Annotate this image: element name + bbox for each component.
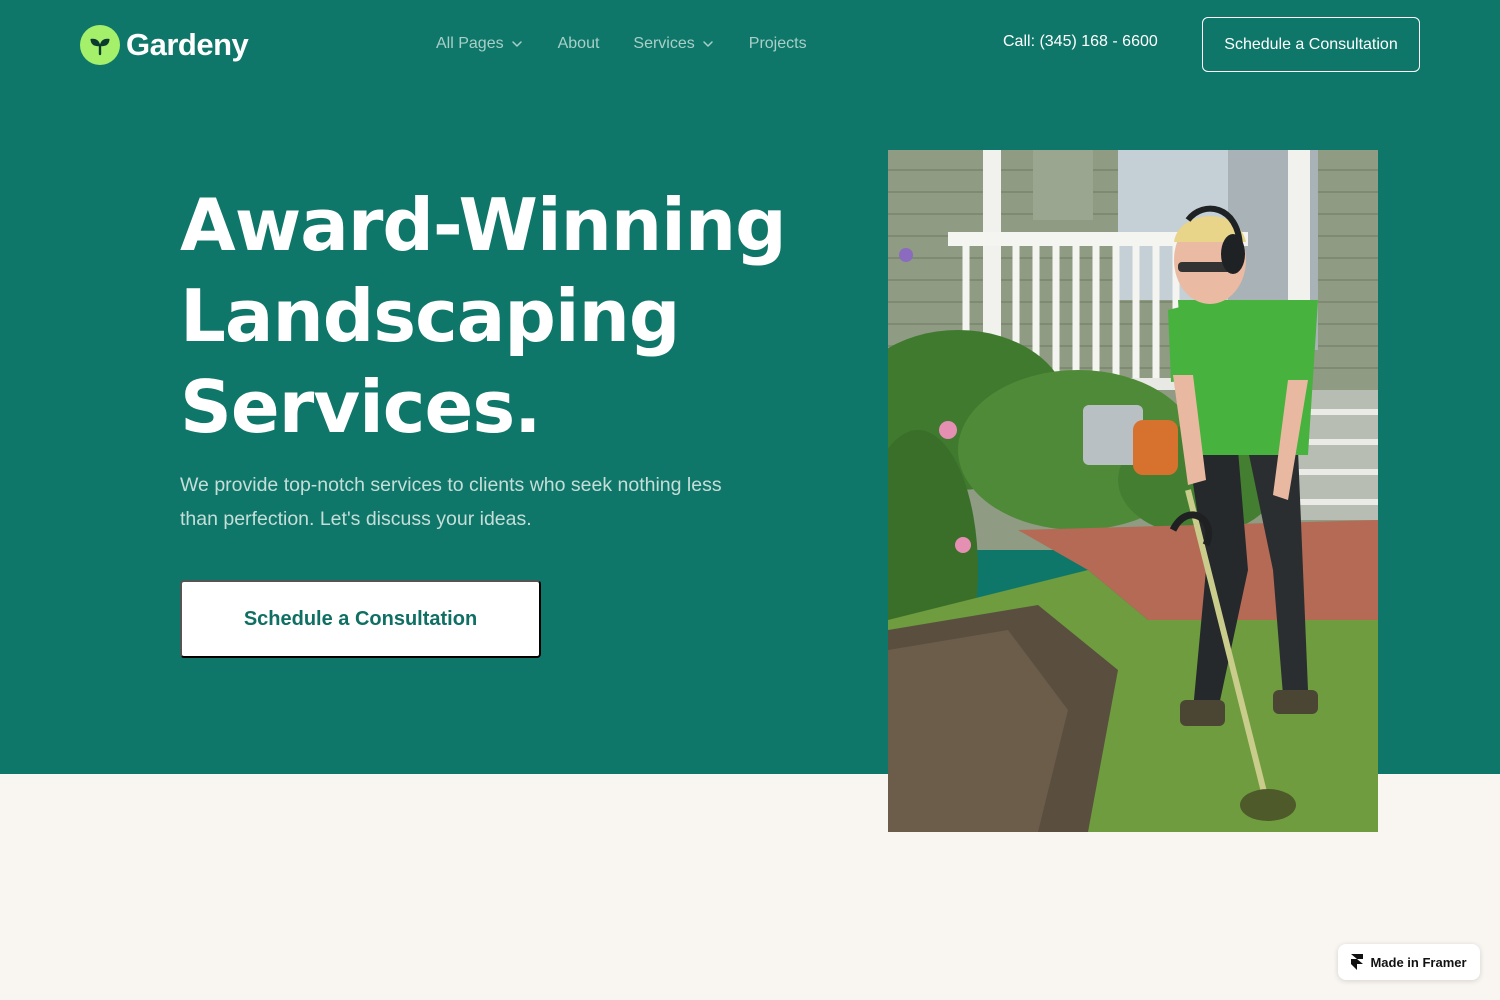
chevron-down-icon (511, 41, 522, 47)
main-nav: All Pages About Services Projects (436, 30, 807, 58)
nav-item-about[interactable]: About (558, 35, 600, 53)
hero-headline: Award-Winning Landscaping Services. (180, 180, 820, 453)
sprout-icon (80, 25, 120, 65)
badge-label: Made in Framer (1370, 954, 1467, 970)
made-in-framer-badge[interactable]: Made in Framer (1338, 944, 1480, 980)
nav-item-label: Services (633, 35, 695, 52)
framer-icon (1351, 954, 1364, 970)
hero-photo-landscaper (888, 150, 1378, 832)
nav-item-label: About (557, 35, 600, 52)
hero-subtext: We provide top-notch services to clients… (180, 474, 722, 530)
headline-line: Services. (180, 365, 542, 449)
nav-item-services[interactable]: Services (633, 35, 714, 53)
hero-consultation-button[interactable]: Schedule a Consultation (180, 580, 541, 658)
site-header: Gardeny All Pages About Services Project… (0, 0, 1500, 90)
header-consultation-button[interactable]: Schedule a Consultation (1202, 17, 1420, 72)
nav-item-label: Projects (748, 35, 807, 52)
chevron-down-icon (703, 41, 713, 47)
phone-link[interactable]: Call: (345) 168 - 6600 (1003, 33, 1158, 51)
logo[interactable]: Gardeny (80, 24, 249, 66)
headline-line: Landscaping (180, 274, 680, 358)
headline-line: Award-Winning (180, 183, 787, 267)
nav-item-projects[interactable]: Projects (749, 35, 807, 53)
nav-item-label: All Pages (436, 35, 504, 52)
brand-name: Gardeny (126, 27, 249, 62)
nav-item-all-pages[interactable]: All Pages (436, 35, 524, 53)
